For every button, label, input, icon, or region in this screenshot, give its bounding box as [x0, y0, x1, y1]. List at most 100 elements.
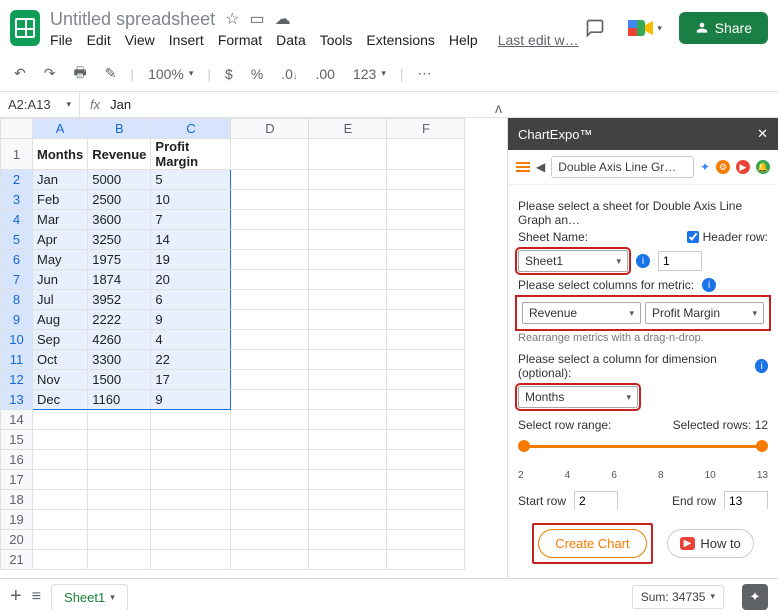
col-header-A[interactable]: A — [33, 119, 88, 139]
cell[interactable] — [387, 190, 465, 210]
cell[interactable] — [231, 390, 309, 410]
cell[interactable] — [387, 270, 465, 290]
cell[interactable] — [231, 290, 309, 310]
cell[interactable]: Mar — [33, 210, 88, 230]
cell[interactable] — [231, 170, 309, 190]
cell[interactable] — [231, 330, 309, 350]
cell[interactable] — [88, 550, 151, 570]
cell[interactable] — [309, 550, 387, 570]
cell[interactable] — [33, 410, 88, 430]
cell[interactable] — [309, 410, 387, 430]
row-header[interactable]: 11 — [1, 350, 33, 370]
cell[interactable] — [231, 470, 309, 490]
decrease-decimal[interactable]: .0↓ — [277, 63, 301, 85]
back-icon[interactable]: ◀ — [536, 160, 545, 174]
cell[interactable] — [387, 470, 465, 490]
cell[interactable]: 5000 — [88, 170, 151, 190]
row-header[interactable]: 18 — [1, 490, 33, 510]
cell[interactable]: 3600 — [88, 210, 151, 230]
cell[interactable] — [309, 350, 387, 370]
cell[interactable] — [151, 410, 231, 430]
cell[interactable] — [231, 410, 309, 430]
settings-icon[interactable]: ⚙ — [716, 160, 730, 174]
video-icon[interactable]: ▶ — [736, 160, 750, 174]
cell[interactable]: Jun — [33, 270, 88, 290]
cell[interactable] — [387, 490, 465, 510]
cell[interactable] — [309, 230, 387, 250]
cell[interactable]: 2500 — [88, 190, 151, 210]
cell[interactable]: Aug — [33, 310, 88, 330]
cell[interactable] — [387, 410, 465, 430]
menu-extensions[interactable]: Extensions — [366, 32, 434, 48]
cell[interactable] — [33, 530, 88, 550]
cell[interactable] — [309, 510, 387, 530]
select-all-corner[interactable] — [1, 119, 33, 139]
cell[interactable] — [387, 210, 465, 230]
cell[interactable]: 9 — [151, 390, 231, 410]
menu-format[interactable]: Format — [218, 32, 262, 48]
cell[interactable] — [231, 250, 309, 270]
menu-file[interactable]: File — [50, 32, 73, 48]
cell[interactable]: 4260 — [88, 330, 151, 350]
cell[interactable] — [88, 430, 151, 450]
cell[interactable] — [231, 270, 309, 290]
cell[interactable]: Revenue — [88, 139, 151, 170]
cell[interactable] — [231, 230, 309, 250]
start-row-input[interactable] — [574, 491, 618, 509]
row-header[interactable]: 4 — [1, 210, 33, 230]
row-header[interactable]: 16 — [1, 450, 33, 470]
metric2-select[interactable]: Profit Margin▾ — [645, 302, 764, 324]
info-icon[interactable]: i — [755, 359, 768, 373]
close-panel-icon[interactable]: ✕ — [757, 126, 768, 142]
quick-sum[interactable]: Sum: 34735▾ — [632, 585, 724, 609]
cell[interactable] — [88, 530, 151, 550]
create-chart-button[interactable]: Create Chart — [538, 529, 646, 558]
all-sheets-icon[interactable]: ≡ — [32, 588, 41, 606]
sheet-tab[interactable]: Sheet1▾ — [51, 584, 128, 610]
cell[interactable] — [387, 290, 465, 310]
row-header[interactable]: 12 — [1, 370, 33, 390]
cell[interactable] — [387, 450, 465, 470]
row-header[interactable]: 21 — [1, 550, 33, 570]
collapse-panel-icon[interactable]: ʌ — [495, 100, 502, 116]
cell[interactable] — [88, 490, 151, 510]
cell[interactable]: 1500 — [88, 370, 151, 390]
row-range-slider[interactable] — [518, 438, 768, 456]
cell[interactable] — [309, 310, 387, 330]
cell[interactable]: Months — [33, 139, 88, 170]
chart-type-select[interactable]: Double Axis Line Gr… — [551, 156, 694, 178]
cell[interactable] — [387, 230, 465, 250]
row-header[interactable]: 7 — [1, 270, 33, 290]
magic-icon[interactable]: ✦ — [700, 160, 710, 174]
explore-button[interactable]: ✦ — [742, 584, 768, 610]
document-title[interactable]: Untitled spreadsheet — [50, 9, 215, 30]
col-header-F[interactable]: F — [387, 119, 465, 139]
fx-icon[interactable]: fx — [80, 97, 110, 112]
cell[interactable] — [88, 510, 151, 530]
cell[interactable] — [309, 470, 387, 490]
cell[interactable] — [309, 490, 387, 510]
cell[interactable]: 3952 — [88, 290, 151, 310]
info-icon[interactable]: i — [636, 254, 650, 268]
cell[interactable] — [33, 550, 88, 570]
more-formats[interactable]: 123▾ — [349, 63, 390, 85]
row-header[interactable]: 13 — [1, 390, 33, 410]
cell[interactable]: 4 — [151, 330, 231, 350]
spreadsheet-grid[interactable]: A B C D E F 1MonthsRevenueProfit Margin2… — [0, 118, 508, 578]
cloud-status-icon[interactable]: ☁ — [275, 9, 291, 29]
cell[interactable]: Oct — [33, 350, 88, 370]
star-icon[interactable]: ☆ — [225, 9, 239, 29]
cell[interactable]: Dec — [33, 390, 88, 410]
cell[interactable]: Nov — [33, 370, 88, 390]
row-header[interactable]: 19 — [1, 510, 33, 530]
cell[interactable]: Apr — [33, 230, 88, 250]
more-toolbar-icon[interactable]: ⋯ — [413, 62, 435, 85]
cell[interactable] — [151, 530, 231, 550]
cell[interactable] — [231, 350, 309, 370]
row-header[interactable]: 17 — [1, 470, 33, 490]
cell[interactable] — [231, 139, 309, 170]
col-header-D[interactable]: D — [231, 119, 309, 139]
cell[interactable] — [387, 430, 465, 450]
notify-icon[interactable]: 🔔 — [756, 160, 770, 174]
cell[interactable] — [309, 139, 387, 170]
